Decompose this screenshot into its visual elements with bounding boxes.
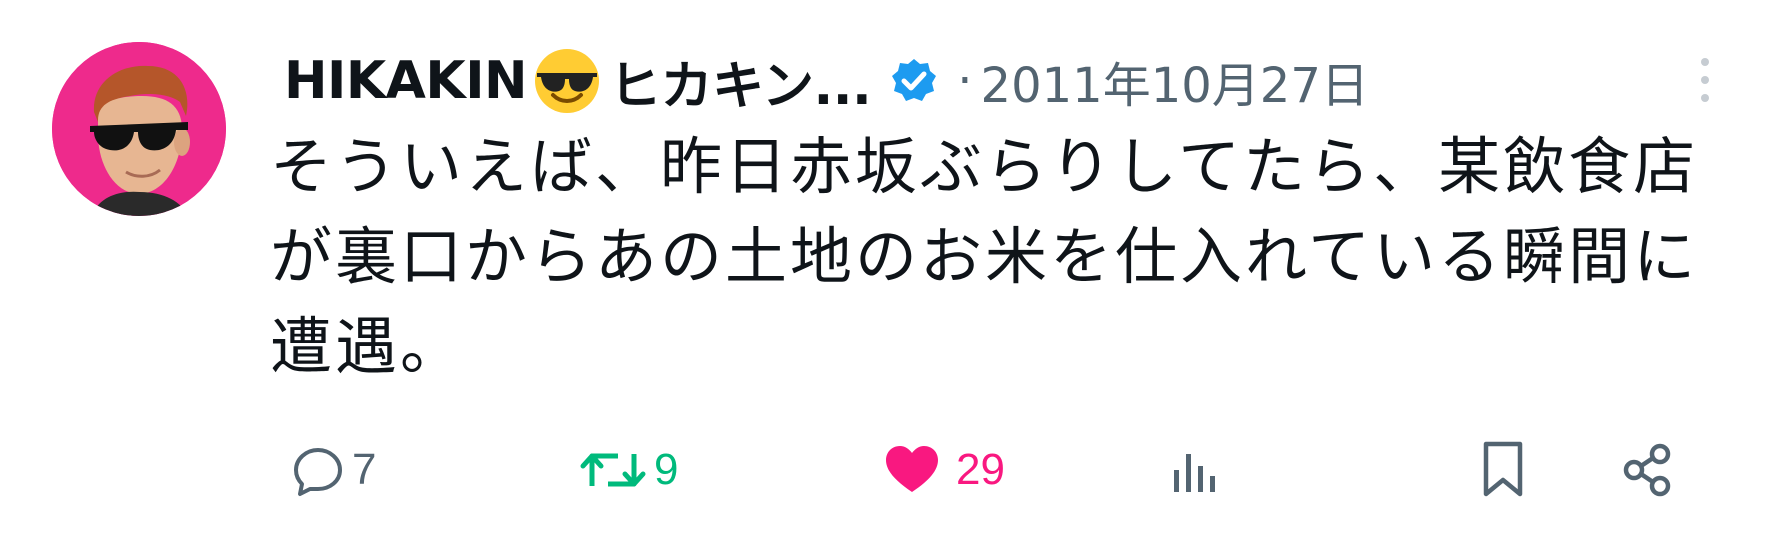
like-count: 29 (956, 445, 1005, 494)
display-name-suffix[interactable]: ヒカキン... (609, 44, 872, 119)
retweet-icon (578, 442, 648, 498)
avatar-image (52, 42, 226, 216)
like-button[interactable]: 29 (882, 430, 1005, 510)
bookmark-icon (1478, 440, 1528, 500)
views-button[interactable] (1168, 430, 1224, 510)
display-name[interactable]: HIKAKIN (284, 51, 528, 111)
tweet-card[interactable]: HIKAKIN ヒカキン... · 2011年10月27日 そういえば、昨日赤坂… (0, 0, 1774, 540)
verified-badge-icon (889, 56, 939, 106)
bookmark-button[interactable] (1478, 430, 1528, 510)
tweet-text: そういえば、昨日赤坂ぶらりしてたら、某飲食店が裏口からあの土地のお米を仕入れてい… (270, 130, 1699, 383)
reply-button[interactable]: 7 (290, 430, 376, 510)
smiling-face-with-sunglasses-emoji (531, 45, 603, 117)
retweet-count: 9 (654, 445, 679, 494)
tweet-header: HIKAKIN ヒカキン... · 2011年10月27日 (284, 36, 1369, 126)
analytics-icon (1168, 442, 1218, 498)
reply-count: 7 (352, 445, 377, 494)
retweet-button[interactable]: 9 (578, 430, 678, 510)
tweet-actions: 7 9 29 (0, 430, 1774, 510)
tweet-date[interactable]: 2011年10月27日 (981, 46, 1369, 116)
reply-icon (290, 442, 346, 498)
share-button[interactable] (1620, 430, 1676, 510)
avatar[interactable] (52, 42, 226, 216)
more-vertical-icon[interactable] (1690, 50, 1720, 110)
separator-dot: · (957, 53, 973, 109)
share-icon (1620, 442, 1676, 498)
heart-icon (882, 442, 942, 498)
